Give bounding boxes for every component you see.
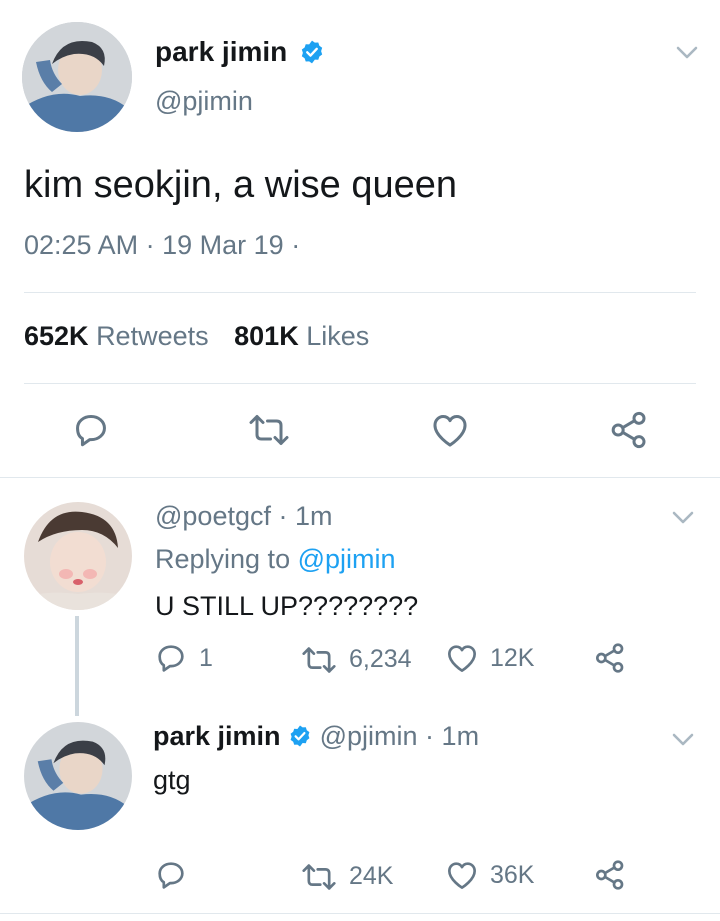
reply-meta: @poetgcf · 1m [155, 501, 333, 532]
author-name-row: park jimin [155, 36, 325, 68]
reply-author-name[interactable]: park jimin [153, 721, 281, 751]
avatar[interactable] [24, 502, 132, 610]
separator-dot: · [145, 230, 155, 260]
replying-to: Replying to @pjimin [155, 544, 396, 575]
retweets-stat[interactable]: 652K Retweets [24, 321, 216, 351]
section-divider [0, 477, 720, 478]
divider [24, 383, 696, 384]
thread-line [75, 616, 79, 716]
reply-meta: park jimin @pjimin · 1m [153, 721, 479, 752]
chevron-down-icon[interactable] [672, 511, 694, 525]
share-button[interactable] [594, 642, 626, 674]
replying-to-handle-link[interactable]: @pjimin [298, 544, 396, 574]
like-button[interactable]: 36K [446, 860, 534, 890]
tweet-date[interactable]: 19 Mar 19 [162, 230, 284, 260]
reply-text: gtg [153, 765, 191, 795]
share-icon [596, 643, 624, 673]
tweet-timestamp: 02:25 AM · 19 Mar 19 · [24, 230, 300, 261]
retweet-icon [302, 646, 336, 673]
reply-icon [76, 415, 106, 447]
like-button[interactable] [431, 412, 469, 448]
avatar[interactable] [22, 22, 132, 132]
retweet-count: 24K [349, 862, 394, 890]
reply-time[interactable]: 1m [442, 721, 480, 751]
verified-badge-icon [301, 40, 323, 63]
like-count: 36K [490, 860, 535, 889]
divider [24, 292, 696, 293]
reply-author-handle[interactable]: @poetgcf [155, 501, 271, 531]
retweet-count: 6,234 [349, 645, 412, 673]
heart-icon [433, 415, 467, 447]
heart-icon [448, 862, 476, 890]
share-button[interactable] [609, 410, 649, 450]
avatar[interactable] [24, 722, 132, 830]
retweet-button[interactable]: 6,234 [301, 645, 412, 674]
likes-label: Likes [306, 321, 370, 351]
likes-stat[interactable]: 801K Likes [234, 321, 369, 351]
author-display-name[interactable]: park jimin [155, 36, 287, 67]
reply-button[interactable]: 1 [155, 642, 213, 674]
reply-button[interactable] [72, 411, 110, 449]
heart-icon [448, 645, 476, 673]
retweet-button[interactable]: 24K [301, 862, 393, 891]
reply-icon [158, 862, 184, 889]
share-icon [611, 411, 646, 449]
retweet-icon [249, 415, 289, 445]
reply-icon [158, 645, 184, 672]
bottom-divider [0, 913, 720, 914]
separator-dot: · [278, 501, 288, 531]
author-handle[interactable]: @pjimin [155, 86, 253, 117]
reply-button[interactable] [155, 859, 187, 891]
separator-dot: · [291, 230, 301, 260]
replying-to-label: Replying to [155, 544, 291, 574]
like-count: 12K [490, 643, 535, 672]
separator-dot: · [425, 721, 435, 751]
retweet-button[interactable] [248, 413, 290, 447]
tweet-time[interactable]: 02:25 AM [24, 230, 138, 260]
chevron-down-icon[interactable] [672, 733, 694, 747]
reply-author-handle[interactable]: @pjimin [320, 721, 418, 751]
chevron-down-icon[interactable] [676, 46, 698, 60]
tweet-text: kim seokjin, a wise queen [24, 164, 457, 206]
reply-count: 1 [199, 643, 213, 672]
likes-count: 801K [234, 321, 299, 351]
retweet-icon [302, 863, 336, 890]
share-icon [596, 860, 624, 890]
share-button[interactable] [594, 859, 626, 891]
verified-badge-icon [290, 725, 310, 747]
reply-text: U STILL UP???????? [155, 591, 419, 621]
engagement-stats: 652K Retweets 801K Likes [24, 321, 369, 352]
retweets-count: 652K [24, 321, 89, 351]
reply-time[interactable]: 1m [295, 501, 333, 531]
like-button[interactable]: 12K [446, 643, 534, 673]
retweets-label: Retweets [96, 321, 209, 351]
